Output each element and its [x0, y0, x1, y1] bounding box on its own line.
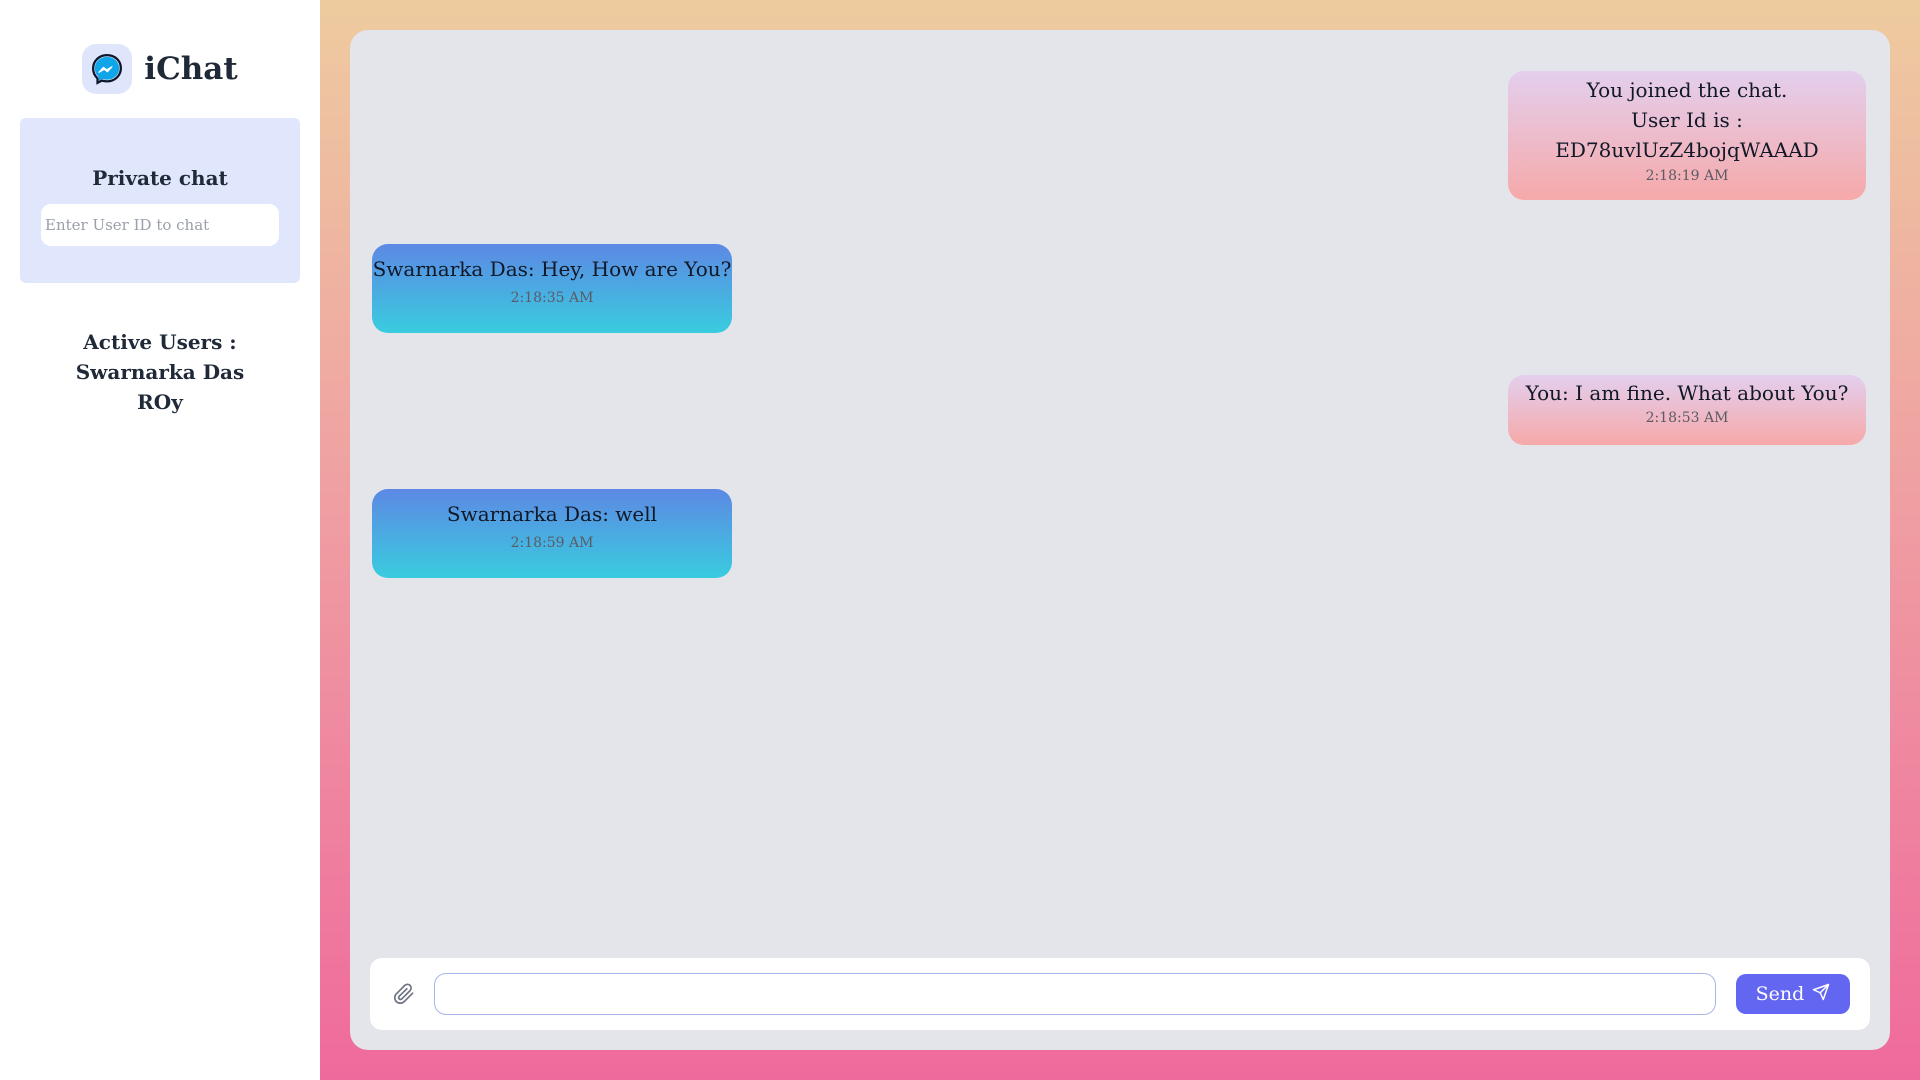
paper-plane-icon	[1812, 983, 1830, 1006]
message-text: You: I am fine. What about You?	[1525, 381, 1849, 405]
message-text: You joined the chat.	[1586, 78, 1788, 102]
sidebar: iChat Private chat Active Users : Swarna…	[0, 0, 320, 1080]
private-chat-card: Private chat	[20, 118, 300, 283]
message-timestamp: 2:18:53 AM	[1645, 410, 1729, 426]
message-timestamp: 2:18:19 AM	[1645, 168, 1729, 184]
message-text: Swarnarka Das: Hey, How are You?	[372, 257, 732, 281]
message-text: Swarnarka Das: well	[446, 502, 658, 526]
message-timestamp: 2:18:59 AM	[510, 535, 594, 551]
paperclip-icon[interactable]	[388, 978, 420, 1010]
messenger-icon	[82, 44, 133, 94]
message-bubble-incoming: Swarnarka Das: well 2:18:59 AM	[372, 489, 732, 578]
send-button-label: Send	[1755, 983, 1805, 1005]
active-user-item: ROy	[137, 390, 183, 414]
message-text: ED78uvlUzZ4bojqWAAAD	[1555, 138, 1819, 162]
active-users-heading: Active Users :	[83, 330, 237, 354]
send-button[interactable]: Send	[1736, 974, 1850, 1014]
private-chat-title: Private chat	[92, 166, 228, 190]
app-root: iChat Private chat Active Users : Swarna…	[0, 0, 1920, 1080]
brand: iChat	[82, 44, 238, 94]
message-timestamp: 2:18:35 AM	[510, 290, 594, 306]
active-users-list: Active Users : Swarnarka Das ROy	[76, 327, 245, 417]
message-bubble-incoming: Swarnarka Das: Hey, How are You? 2:18:35…	[372, 244, 732, 333]
chat-area: You joined the chat. User Id is : ED78uv…	[320, 0, 1920, 1080]
message-composer: Send	[370, 958, 1870, 1030]
active-user-item: Swarnarka Das	[75, 360, 245, 384]
user-id-input[interactable]	[41, 204, 279, 246]
message-text: User Id is :	[1631, 108, 1743, 132]
message-input[interactable]	[434, 973, 1716, 1015]
message-bubble-outgoing: You: I am fine. What about You? 2:18:53 …	[1508, 375, 1866, 445]
chat-panel: You joined the chat. User Id is : ED78uv…	[350, 30, 1890, 1050]
app-title: iChat	[144, 51, 238, 87]
message-bubble-outgoing: You joined the chat. User Id is : ED78uv…	[1508, 71, 1866, 200]
message-list[interactable]: You joined the chat. User Id is : ED78uv…	[350, 30, 1890, 960]
